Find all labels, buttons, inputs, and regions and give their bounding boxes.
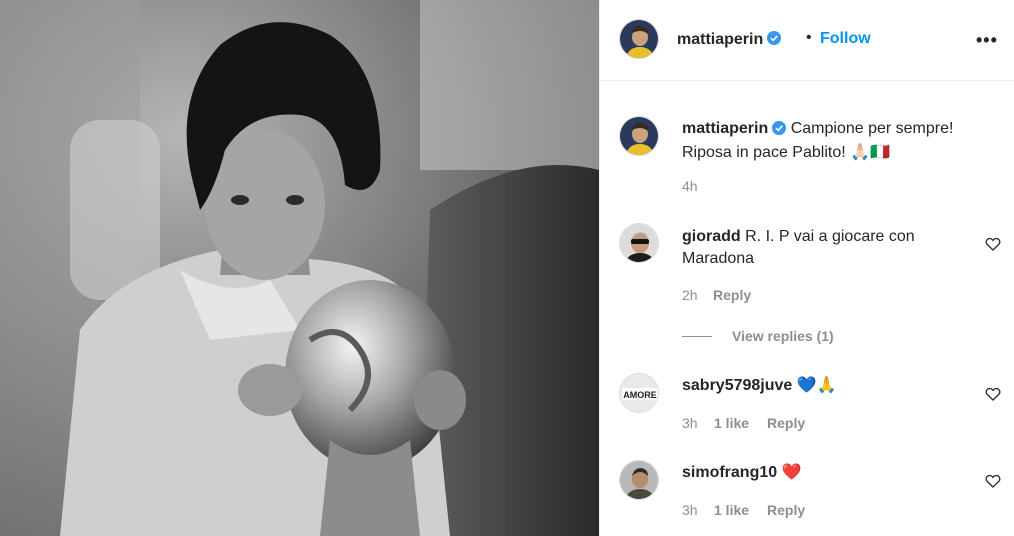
caption-text-line1: Campione per sempre! xyxy=(790,120,954,137)
comment-avatar-image xyxy=(620,224,658,262)
caption-timestamp[interactable]: 4h xyxy=(682,178,698,194)
author-name-group: mattiaperin xyxy=(677,30,782,50)
post-header: mattiaperin • Follow ••• xyxy=(600,0,1014,81)
caption-avatar-image xyxy=(620,117,658,155)
comment-text: 💙🙏 xyxy=(796,377,837,394)
like-comment-heart-icon[interactable] xyxy=(985,386,1001,402)
comment-avatar-gioradd[interactable] xyxy=(619,223,659,263)
caption-text-line2: Riposa in pace Pablito! 🙏🏻🇮🇹 xyxy=(682,144,890,161)
comment-simofrang10: simofrang10 ❤️ xyxy=(682,462,982,484)
instagram-post: mattiaperin • Follow ••• mattiaperin Cam… xyxy=(0,0,1014,536)
like-comment-heart-icon[interactable] xyxy=(985,236,1001,252)
follow-button[interactable]: Follow xyxy=(820,30,871,48)
comment-avatar-image: AMORE xyxy=(620,374,658,412)
more-options-icon[interactable]: ••• xyxy=(976,30,998,51)
reply-button[interactable]: Reply xyxy=(767,502,805,518)
avatar-logo-text: AMORE xyxy=(623,390,657,400)
verified-badge-icon xyxy=(767,30,782,50)
photo-illustration xyxy=(0,0,599,536)
comment-username[interactable]: simofrang10 xyxy=(682,464,777,481)
reply-button[interactable]: Reply xyxy=(767,415,805,431)
comment-text-line2: Maradona xyxy=(682,250,755,267)
comment-likes-count[interactable]: 1 like xyxy=(714,415,749,431)
header-username[interactable]: mattiaperin xyxy=(677,31,763,49)
comment-timestamp[interactable]: 3h xyxy=(682,415,698,431)
header-separator: • xyxy=(806,29,812,46)
comment-timestamp[interactable]: 2h xyxy=(682,287,698,303)
author-avatar[interactable] xyxy=(619,19,659,59)
like-comment-heart-icon[interactable] xyxy=(985,473,1001,489)
view-replies-line xyxy=(682,336,712,337)
caption: mattiaperin Campione per sempre! Riposa … xyxy=(682,118,992,164)
verified-badge-icon xyxy=(772,120,787,142)
comment-username[interactable]: sabry5798juve xyxy=(682,377,792,394)
comment-avatar-simofrang10[interactable] xyxy=(619,460,659,500)
comment-username[interactable]: gioradd xyxy=(682,228,741,245)
post-photo[interactable] xyxy=(0,0,599,536)
comment-text-line1: R. I. P vai a giocare con xyxy=(745,228,915,245)
author-avatar-image xyxy=(620,20,658,58)
caption-username[interactable]: mattiaperin xyxy=(682,120,768,137)
comment-sabry5798juve: sabry5798juve 💙🙏 xyxy=(682,375,982,397)
comment-gioradd: gioradd R. I. P vai a giocare con Marado… xyxy=(682,226,982,270)
comment-text: ❤️ xyxy=(781,464,802,481)
comment-likes-count[interactable]: 1 like xyxy=(714,502,749,518)
caption-avatar[interactable] xyxy=(619,116,659,156)
comment-avatar-image xyxy=(620,461,658,499)
view-replies-button[interactable]: View replies (1) xyxy=(732,328,834,344)
comments-panel: mattiaperin • Follow ••• mattiaperin Cam… xyxy=(599,0,1014,536)
comment-avatar-sabry5798juve[interactable]: AMORE xyxy=(619,373,659,413)
reply-button[interactable]: Reply xyxy=(713,287,751,303)
comment-timestamp[interactable]: 3h xyxy=(682,502,698,518)
